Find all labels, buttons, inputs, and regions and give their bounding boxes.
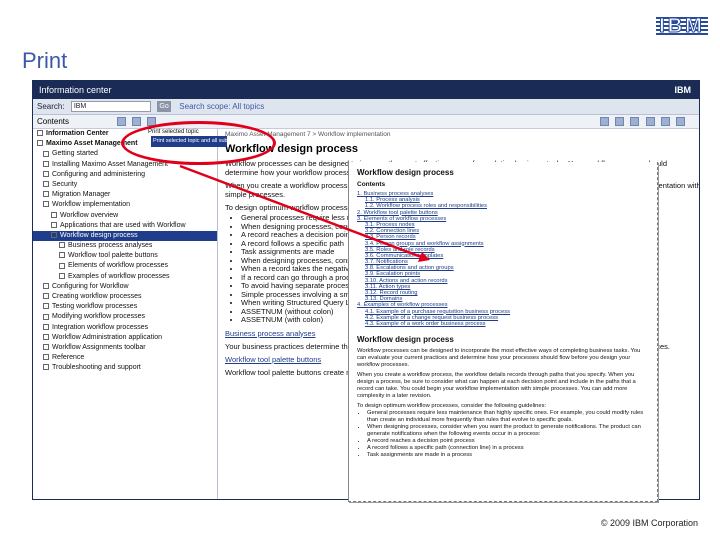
copyright: © 2009 IBM Corporation: [600, 518, 698, 528]
arrow-line: [179, 164, 425, 260]
pointer-arrow: [179, 164, 430, 262]
